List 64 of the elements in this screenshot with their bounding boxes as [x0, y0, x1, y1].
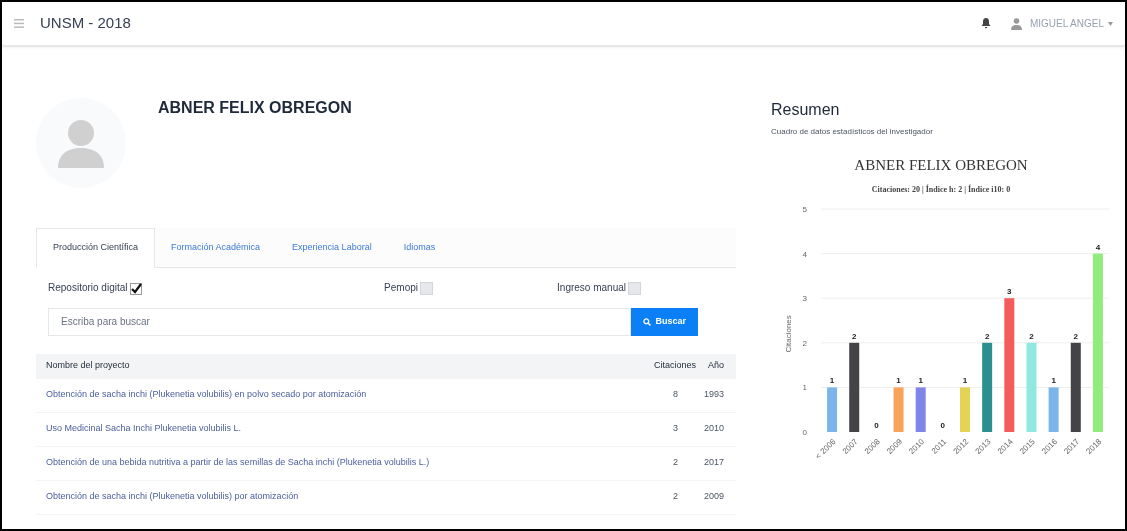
data-label: 1	[918, 376, 923, 386]
data-label: 0	[940, 421, 946, 430]
axis-tick-label: 1	[802, 383, 807, 393]
axis-title: Citaciones	[784, 315, 793, 353]
axis-tick-label: 5	[802, 205, 807, 214]
axis-tick-label: 4	[802, 249, 807, 259]
checkbox[interactable]	[628, 282, 641, 295]
project-link[interactable]: Uso Medicinal Sacha Inchi Plukenetia volubilis L.	[36, 422, 636, 436]
caret-icon[interactable]	[1108, 21, 1113, 26]
search-field[interactable]: Escriba para buscar	[48, 307, 632, 336]
bar	[960, 387, 970, 432]
tab[interactable]: Experiencia Laboral	[276, 228, 388, 267]
bell-icon[interactable]	[980, 18, 991, 29]
checkbox-label: Repositorio digital	[48, 281, 128, 295]
summary-subtitle: Cuadro de datos estadísticos del investigador	[771, 126, 934, 138]
data-label: 3	[1007, 287, 1012, 297]
menu-icon[interactable]	[14, 19, 24, 28]
bar	[915, 387, 926, 432]
axis-tick-label: 0	[802, 428, 807, 437]
bar	[827, 387, 838, 432]
axis-tick-label: 3	[802, 294, 807, 304]
data-label: 2	[852, 331, 857, 341]
tab[interactable]: Idiomas	[387, 228, 452, 267]
table-cell-text: 2009	[702, 490, 725, 504]
search-icon	[643, 317, 652, 326]
data-label: 4	[1095, 242, 1101, 252]
project-link[interactable]: Obtención de sacha inchi (Plukenetia volubilis) por atomización	[36, 490, 636, 504]
search-button[interactable]: Buscar	[631, 307, 698, 336]
data-label: 2	[1029, 331, 1034, 341]
bar	[893, 387, 904, 432]
data-label: 0	[874, 421, 879, 430]
data-label: 2	[1073, 331, 1078, 341]
chart-title: ABNER FELIX OBREGON	[854, 157, 1028, 173]
data-label: 1	[962, 376, 968, 386]
table-cell-text: 8	[672, 388, 679, 402]
project-link[interactable]: Obtención de una bebida nutritiva a partir de las semillas de Sacha inchi (Plukenetia volubilis L.)	[36, 456, 636, 470]
chart-subtitle: Citaciones: 20 | Índice h: 2 | Índice i10: 0	[871, 185, 1011, 194]
summary-title: Resumen	[771, 100, 841, 120]
tab[interactable]: Formación Académica	[155, 228, 277, 267]
checkbox[interactable]	[129, 282, 143, 295]
table-cell-text: 1993	[702, 388, 725, 402]
checkbox-label: Pemopi	[384, 281, 418, 295]
axis-tick-label: 2	[802, 338, 807, 348]
researcher-name: ABNER FELIX OBREGON	[158, 98, 352, 118]
tab[interactable]: Producción Científica	[36, 228, 156, 268]
table-cell-text: 2	[672, 456, 679, 470]
column-header: Nombre del proyecto	[45, 359, 131, 373]
project-link[interactable]: Obtención de sacha inchi (Plukenetia volubilis) en polvo secado por atomización	[36, 388, 636, 402]
data-label: 2	[984, 331, 990, 341]
checkbox[interactable]	[420, 282, 433, 295]
column-header: Citaciones	[652, 359, 696, 373]
user-icon[interactable]	[1010, 17, 1022, 30]
table-cell-text: 3	[672, 422, 679, 436]
data-label: 1	[829, 376, 835, 386]
table-cell-text: 2	[672, 490, 679, 504]
person-icon	[56, 118, 106, 168]
table-cell-text: 2017	[702, 456, 725, 470]
column-header: Año	[707, 359, 725, 373]
app-title: UNSM - 2018	[40, 13, 131, 34]
checkbox-label: Ingreso manual	[557, 281, 626, 295]
data-label: 1	[1051, 376, 1056, 386]
data-label: 1	[896, 376, 901, 386]
bar	[1048, 387, 1059, 432]
table-cell-text: 2010	[702, 422, 725, 436]
